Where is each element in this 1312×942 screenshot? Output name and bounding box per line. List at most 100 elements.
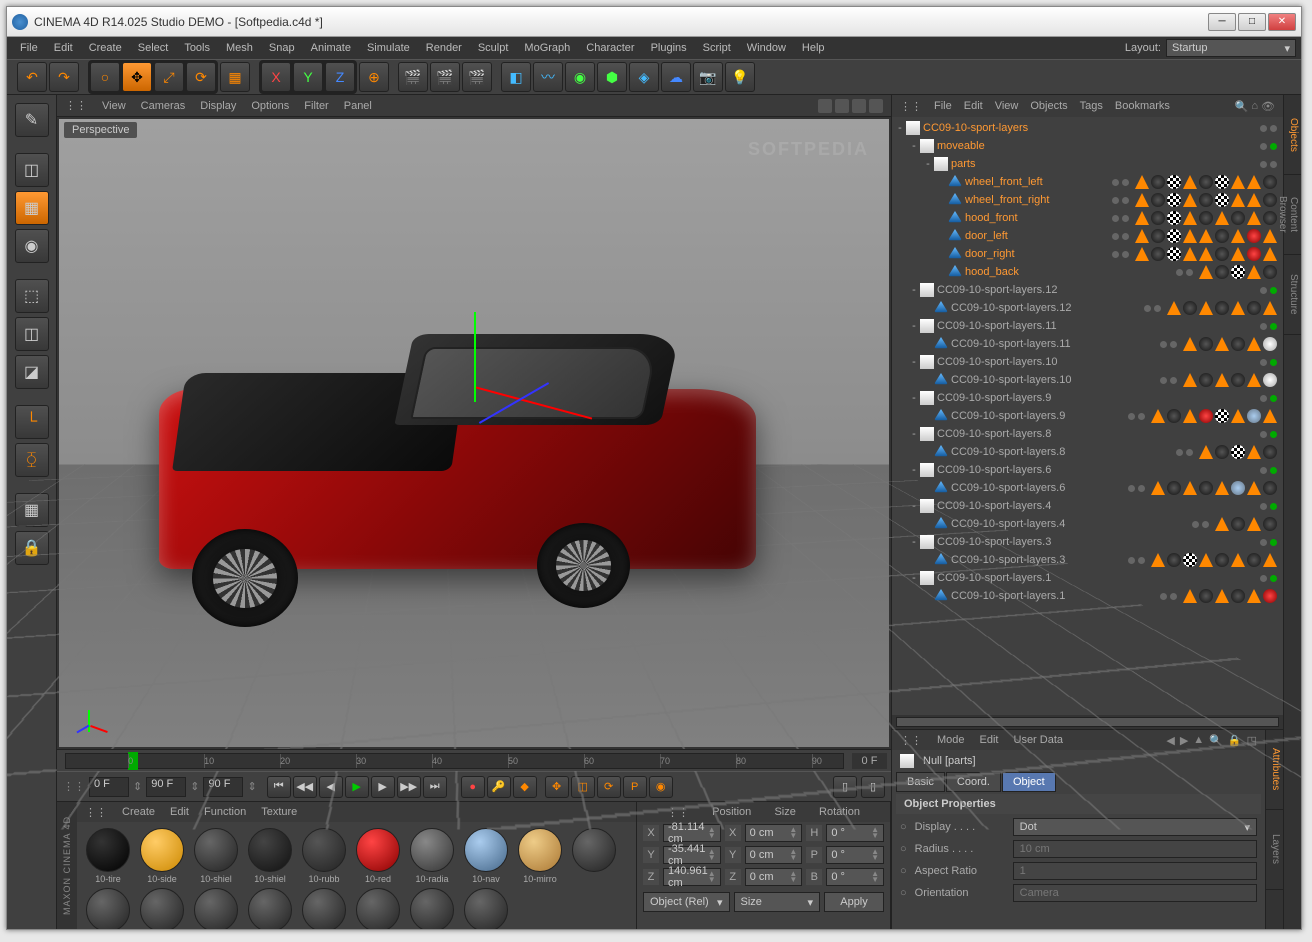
visibility-dot[interactable] [1260,575,1267,582]
visibility-dot[interactable] [1112,179,1119,186]
visibility-dot[interactable] [1270,323,1277,330]
material-item[interactable] [461,888,511,929]
minimize-button[interactable]: ─ [1208,13,1236,31]
apply-button[interactable]: Apply [824,892,884,912]
tag-tri[interactable] [1183,337,1197,351]
tag-dark[interactable] [1263,481,1277,495]
search-icon[interactable]: 🔍 [1235,100,1249,113]
tree-item-CC09-10-sport-layers-9[interactable]: CC09-10-sport-layers.9 [894,407,1281,425]
tree-item-door_left[interactable]: door_left [894,227,1281,245]
om-menu-file[interactable]: File [934,100,952,112]
side-tab-objects[interactable]: Objects [1284,95,1301,175]
tag-dark[interactable] [1151,175,1165,189]
tag-dark[interactable] [1247,301,1261,315]
tag-tri[interactable] [1247,589,1261,603]
tag-tri[interactable] [1151,553,1165,567]
tag-tri[interactable] [1199,265,1213,279]
visibility-dot[interactable] [1176,449,1183,456]
tag-red[interactable] [1247,229,1261,243]
visibility-dot[interactable] [1192,521,1199,528]
menu-mograph[interactable]: MoGraph [516,39,578,57]
visibility-dot[interactable] [1112,215,1119,222]
tag-tri[interactable] [1247,337,1261,351]
tree-item-CC09-10-sport-layers-6[interactable]: -CC09-10-sport-layers.6 [894,461,1281,479]
visibility-dot[interactable] [1154,305,1161,312]
material-10-radia[interactable]: 10-radia [407,828,457,884]
tag-tri[interactable] [1231,229,1245,243]
visibility-dot[interactable] [1270,395,1277,402]
vp-menu-view[interactable]: View [102,100,126,112]
visibility-dot[interactable] [1260,143,1267,150]
om-menu-tags[interactable]: Tags [1080,100,1103,112]
coord-size-dropdown[interactable]: Size▾ [734,892,821,912]
tag-tri[interactable] [1183,211,1197,225]
om-menu-bookmarks[interactable]: Bookmarks [1115,100,1170,112]
visibility-dot[interactable] [1112,197,1119,204]
visibility-dot[interactable] [1270,467,1277,474]
tag-dark[interactable] [1247,553,1261,567]
material-10-shiel[interactable]: 10-shiel [191,828,241,884]
menu-animate[interactable]: Animate [303,39,359,57]
tag-dark[interactable] [1199,193,1213,207]
visibility-dot[interactable] [1138,485,1145,492]
tag-tri[interactable] [1151,409,1165,423]
tag-chk[interactable] [1215,175,1229,189]
add-environment-button[interactable]: ☁ [661,62,691,92]
visibility-dot[interactable] [1170,593,1177,600]
close-button[interactable]: ✕ [1268,13,1296,31]
coord-space-dropdown[interactable]: Object (Rel)▾ [643,892,730,912]
tree-item-parts[interactable]: -parts [894,155,1281,173]
add-light-button[interactable]: 💡 [725,62,755,92]
select-tool[interactable]: ○ [90,62,120,92]
tag-tri[interactable] [1231,553,1245,567]
tag-dark[interactable] [1231,517,1245,531]
visibility-dot[interactable] [1260,161,1267,168]
tag-tri[interactable] [1183,481,1197,495]
tag-tri[interactable] [1231,247,1245,261]
tag-tri[interactable] [1183,373,1197,387]
add-spline-button[interactable]: 〰 [533,62,563,92]
tag-red[interactable] [1263,589,1277,603]
side-tab-content-browser[interactable]: Content Browser [1284,175,1301,255]
visibility-dot[interactable] [1270,539,1277,546]
tag-tri[interactable] [1215,211,1229,225]
material-10-red[interactable]: 10-red [353,828,403,884]
material-item[interactable] [569,828,619,884]
tag-tri[interactable] [1247,265,1261,279]
tag-tri[interactable] [1215,517,1229,531]
side-tab-structure[interactable]: Structure [1284,255,1301,335]
tag-red[interactable] [1247,247,1261,261]
edge-mode-button[interactable]: ◫ [15,317,49,351]
om-menu-objects[interactable]: Objects [1030,100,1067,112]
tree-item-moveable[interactable]: -moveable [894,137,1281,155]
visibility-dot[interactable] [1260,467,1267,474]
visibility-dot[interactable] [1260,287,1267,294]
material-10-rubb[interactable]: 10-rubb [299,828,349,884]
visibility-dot[interactable] [1144,305,1151,312]
tag-tri[interactable] [1135,247,1149,261]
tree-item-CC09-10-sport-layers[interactable]: -CC09-10-sport-layers [894,119,1281,137]
visibility-dot[interactable] [1260,503,1267,510]
tag-chk[interactable] [1167,193,1181,207]
rot-B-input[interactable]: 0 °▲▼ [826,868,884,886]
viewport-zoom-icon[interactable] [835,99,849,113]
menu-script[interactable]: Script [695,39,739,57]
tree-item-CC09-10-sport-layers-10[interactable]: -CC09-10-sport-layers.10 [894,353,1281,371]
tag-dark[interactable] [1199,481,1213,495]
om-menu-view[interactable]: View [995,100,1019,112]
tag-tri[interactable] [1231,409,1245,423]
visibility-dot[interactable] [1160,377,1167,384]
tag-dark[interactable] [1199,373,1213,387]
tree-item-door_right[interactable]: door_right [894,245,1281,263]
tag-dark[interactable] [1215,301,1229,315]
rot-P-input[interactable]: 0 °▲▼ [826,846,884,864]
tag-tri[interactable] [1215,337,1229,351]
polygon-mode-button[interactable]: ◪ [15,355,49,389]
tag-dark[interactable] [1199,337,1213,351]
tree-item-CC09-10-sport-layers-10[interactable]: CC09-10-sport-layers.10 [894,371,1281,389]
tag-chk[interactable] [1183,553,1197,567]
tag-wht[interactable] [1263,337,1277,351]
tag-chk[interactable] [1215,193,1229,207]
menu-simulate[interactable]: Simulate [359,39,418,57]
tag-tri[interactable] [1199,229,1213,243]
